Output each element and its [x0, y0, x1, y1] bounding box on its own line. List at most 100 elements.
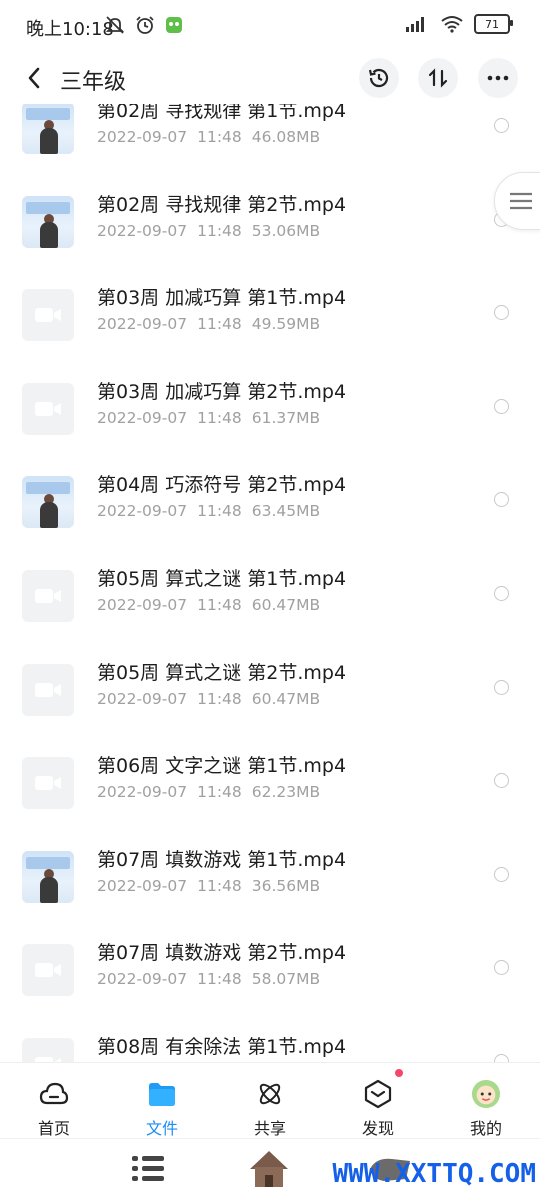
- file-name: 第02周 寻找规律 第2节.mp4: [97, 193, 347, 216]
- file-date: 2022-09-07: [97, 970, 188, 989]
- tab-share[interactable]: 共享: [216, 1063, 324, 1139]
- file-row[interactable]: 第07周 填数游戏 第1节.mp4 2022-09-07 11:48 36.56MB: [0, 829, 540, 922]
- file-time: 11:48: [197, 876, 242, 895]
- file-row[interactable]: 第02周 寻找规律 第2节.mp4 2022-09-07 11:48 53.06MB: [0, 174, 540, 267]
- file-row[interactable]: 第05周 算式之谜 第1节.mp4 2022-09-07 11:48 60.47MB: [0, 548, 540, 641]
- history-icon: [368, 68, 389, 88]
- file-row[interactable]: 第05周 算式之谜 第2节.mp4 2022-09-07 11:48 60.47MB: [0, 642, 540, 735]
- select-radio[interactable]: [494, 305, 509, 321]
- file-date: 2022-09-07: [97, 689, 188, 708]
- avatar-icon: [471, 1079, 501, 1109]
- notification-dot: [395, 1069, 403, 1077]
- tab-label: 共享: [253, 1119, 286, 1138]
- select-radio[interactable]: [494, 1054, 509, 1062]
- file-meta: 2022-09-07 11:48 46.08MB: [97, 128, 320, 146]
- more-button[interactable]: [478, 58, 518, 98]
- file-size: 62.23MB: [251, 783, 321, 802]
- file-row[interactable]: 第08周 有余除法 第1节.mp4: [0, 1016, 540, 1062]
- tab-label: 我的: [469, 1119, 502, 1138]
- file-row[interactable]: 第03周 加减巧算 第2节.mp4 2022-09-07 11:48 61.37MB: [0, 361, 540, 454]
- tab-me[interactable]: 我的: [432, 1063, 540, 1139]
- file-meta: 2022-09-07 11:48 63.45MB: [97, 502, 320, 520]
- file-time: 11:48: [197, 408, 242, 427]
- file-name: 第05周 算式之谜 第2节.mp4: [97, 661, 347, 684]
- file-name: 第05周 算式之谜 第1节.mp4: [97, 568, 347, 590]
- file-date: 2022-09-07: [97, 596, 188, 614]
- file-row[interactable]: 第07周 填数游戏 第2节.mp4 2022-09-07 11:48 58.07MB: [0, 922, 540, 1015]
- sort-button[interactable]: [418, 58, 458, 98]
- bottom-tab-bar: 首页 文件 共享 发现 我的: [0, 1062, 540, 1139]
- more-icon: [487, 75, 509, 81]
- status-bar: 晚上10:18 71: [0, 0, 540, 52]
- select-radio[interactable]: [494, 773, 509, 789]
- file-row[interactable]: 第03周 加减巧算 第1节.mp4 2022-09-07 11:48 49.59MB: [0, 267, 540, 360]
- wifi-icon: [441, 16, 463, 33]
- file-date: 2022-09-07: [97, 408, 188, 427]
- list-menu-icon[interactable]: [130, 1151, 166, 1187]
- file-size: 63.45MB: [251, 502, 321, 521]
- file-size: 58.07MB: [251, 970, 321, 989]
- select-radio[interactable]: [494, 398, 509, 414]
- status-icons-right: 71: [404, 14, 513, 34]
- video-thumbnail: [22, 476, 74, 529]
- file-time: 11:48: [197, 689, 242, 708]
- file-time: 11:48: [197, 221, 242, 240]
- file-name: 第03周 加减巧算 第2节.mp4: [97, 380, 347, 403]
- file-list: 第02周 寻找规律 第1节.mp4 2022-09-07 11:48 46.08MB 第…: [0, 104, 540, 1062]
- tab-home[interactable]: 首页: [0, 1063, 108, 1139]
- select-radio[interactable]: [494, 960, 509, 976]
- menu-lines-icon: [510, 192, 532, 210]
- alarm-icon: [136, 16, 154, 34]
- file-size: 60.47MB: [251, 689, 321, 708]
- file-date: 2022-09-07: [97, 221, 188, 240]
- select-radio[interactable]: [494, 866, 509, 882]
- status-icons-left: [104, 14, 184, 36]
- file-name: 第08周 有余除法 第1节.mp4: [97, 1036, 347, 1058]
- file-meta: 2022-09-07 11:48 60.47MB: [97, 596, 320, 614]
- chevron-left-icon: [28, 67, 40, 89]
- select-radio[interactable]: [494, 118, 509, 133]
- video-thumbnail: [22, 104, 74, 154]
- history-button[interactable]: [359, 58, 399, 98]
- cloud-icon: [39, 1079, 69, 1109]
- atom-icon: [255, 1079, 285, 1109]
- file-date: 2022-09-07: [97, 783, 188, 802]
- status-time: 晚上10:18: [26, 19, 114, 40]
- file-date: 2022-09-07: [97, 876, 188, 895]
- file-time: 11:48: [197, 502, 242, 521]
- file-name: 第06周 文字之谜 第1节.mp4: [97, 755, 347, 778]
- system-nav-bar: WWW.XXTTQ.COM: [0, 1138, 540, 1201]
- file-row[interactable]: 第04周 巧添符号 第2节.mp4 2022-09-07 11:48 63.45MB: [0, 454, 540, 547]
- video-file-icon: [22, 944, 74, 997]
- file-time: 11:48: [197, 783, 242, 802]
- video-file-icon: [22, 570, 74, 622]
- video-file-icon: [22, 289, 74, 342]
- select-radio[interactable]: [494, 586, 509, 601]
- file-size: 36.56MB: [251, 876, 321, 895]
- back-button[interactable]: [20, 62, 48, 94]
- tab-label: 文件: [145, 1119, 178, 1138]
- mute-bell-icon: [105, 16, 125, 34]
- file-size: 53.06MB: [251, 221, 321, 240]
- file-meta: 2022-09-07 11:48 53.06MB: [97, 222, 320, 240]
- top-bar: 三年级: [0, 52, 540, 104]
- file-meta: 2022-09-07 11:48 62.23MB: [97, 783, 320, 801]
- select-radio[interactable]: [494, 679, 509, 695]
- tab-files[interactable]: 文件: [108, 1063, 216, 1139]
- page-title: 三年级: [60, 70, 127, 95]
- file-meta: 2022-09-07 11:48 60.47MB: [97, 690, 320, 708]
- tab-discover[interactable]: 发现: [324, 1063, 432, 1139]
- file-row[interactable]: 第06周 文字之谜 第1节.mp4 2022-09-07 11:48 62.23MB: [0, 735, 540, 828]
- select-radio[interactable]: [494, 492, 509, 508]
- file-time: 11:48: [197, 596, 242, 614]
- file-time: 11:48: [197, 128, 242, 146]
- video-file-icon: [22, 757, 74, 810]
- file-name: 第02周 寻找规律 第1节.mp4: [97, 104, 347, 122]
- video-file-icon: [22, 382, 74, 435]
- video-thumbnail: [22, 850, 74, 903]
- house-icon[interactable]: [246, 1147, 292, 1191]
- battery-indicator: 71: [474, 14, 513, 34]
- file-row[interactable]: 第02周 寻找规律 第1节.mp4 2022-09-07 11:48 46.08MB: [0, 104, 540, 173]
- file-size: 60.47MB: [251, 596, 321, 614]
- file-meta: 2022-09-07 11:48 36.56MB: [97, 877, 320, 895]
